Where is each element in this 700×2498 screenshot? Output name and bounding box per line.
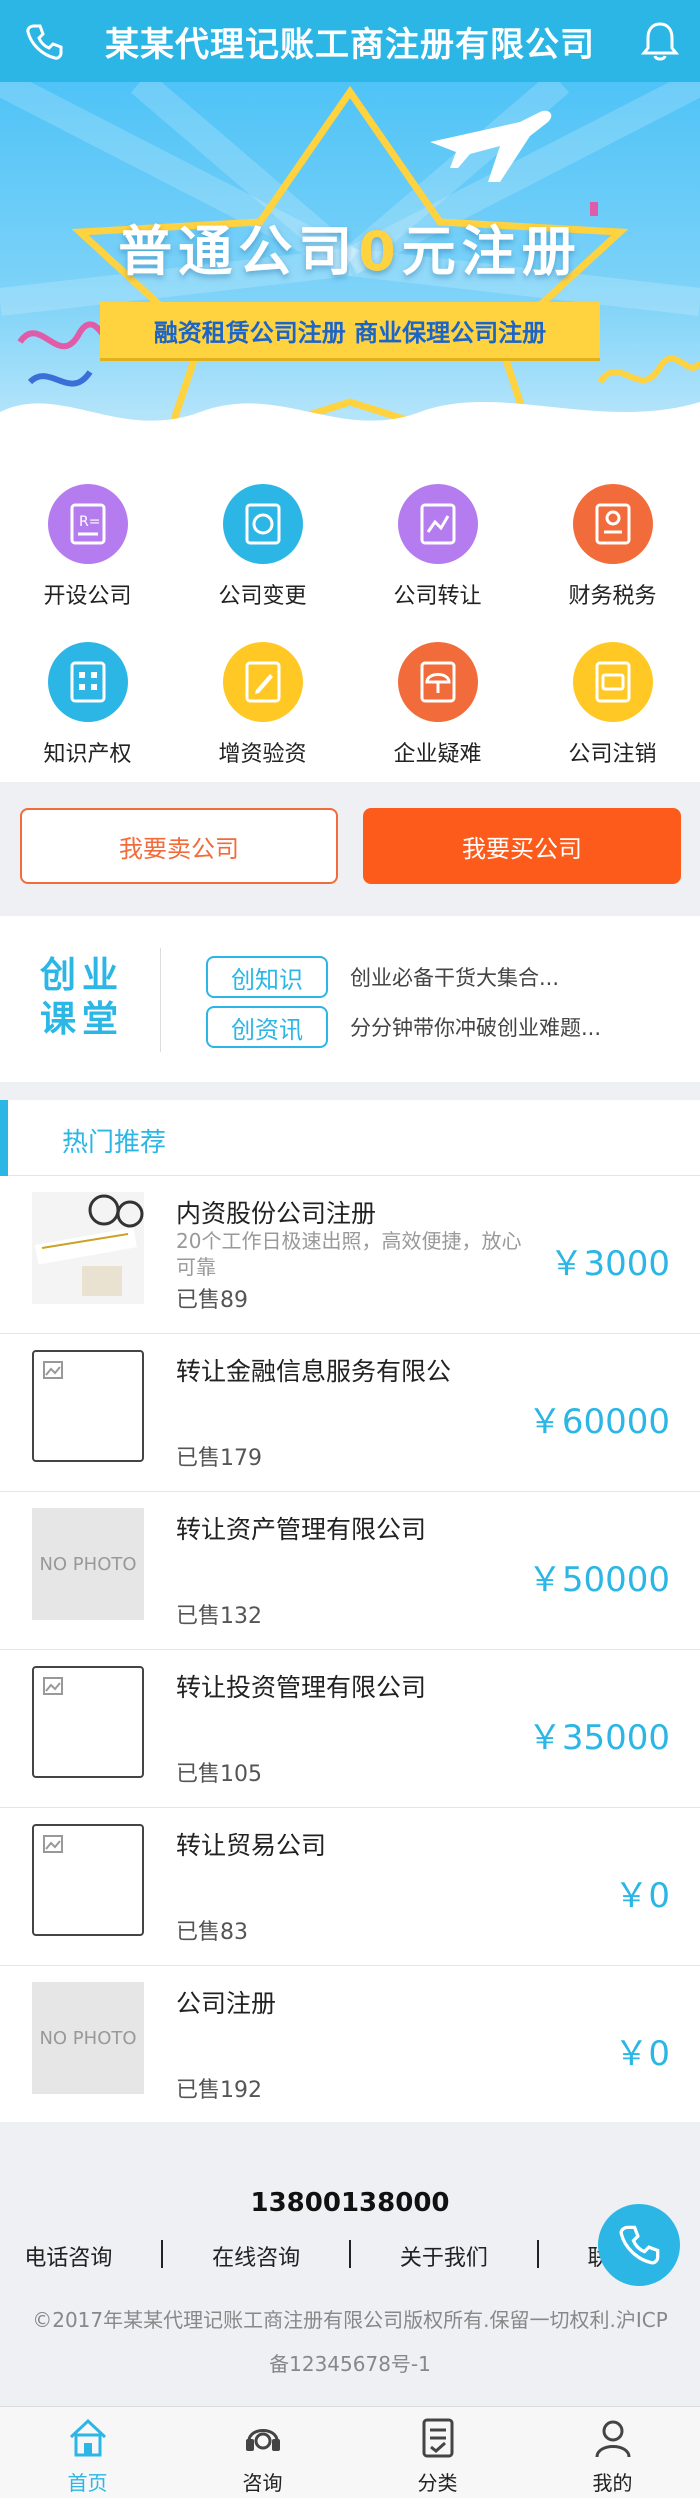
product-image: [32, 1192, 144, 1304]
product-price: ￥60000: [527, 1402, 670, 1442]
sold-count: 已售83: [176, 1920, 248, 1945]
top-bar: 某某代理记账工商注册有限公司: [0, 0, 700, 82]
footer: 13800138000 电话咨询 在线咨询 关于我们 联系我们 ©2017年某某…: [0, 2122, 700, 2406]
broken-image-icon: [32, 1666, 144, 1778]
product-image: NO PHOTO: [32, 1982, 144, 2094]
product-price: ￥50000: [527, 1560, 670, 1600]
broken-image-icon: [32, 1350, 144, 1462]
classroom-text[interactable]: 分分钟带你冲破创业难题...: [350, 1012, 601, 1042]
product-image: [32, 1824, 144, 1936]
list-item[interactable]: 转让投资管理有限公司 已售105 ￥35000: [0, 1650, 700, 1808]
refresh-doc-icon: [222, 484, 303, 564]
accent-bar: [0, 1100, 8, 1176]
no-photo-placeholder: NO PHOTO: [32, 1982, 144, 2094]
startup-classroom: 创业 课堂 创知识 创业必备干货大集合... 创资讯 分分钟带你冲破创业难题..…: [0, 916, 700, 1082]
product-price: ￥35000: [527, 1718, 670, 1758]
product-name: 转让贸易公司: [176, 1831, 327, 1860]
document-r-icon: R=: [47, 484, 128, 564]
product-name: 转让投资管理有限公司: [176, 1673, 427, 1702]
tab-consult[interactable]: 咨询: [175, 2407, 350, 2498]
product-price: ￥0: [614, 2034, 670, 2074]
sold-count: 已售105: [176, 1762, 262, 1787]
tag-news[interactable]: 创资讯: [206, 1006, 328, 1048]
list-item[interactable]: NO PHOTO 转让资产管理有限公司 已售132 ￥50000: [0, 1492, 700, 1650]
edit-doc-icon: [222, 642, 303, 722]
building-icon: [47, 642, 128, 722]
sold-count: 已售192: [176, 2078, 262, 2103]
sold-count: 已售179: [176, 1446, 262, 1471]
card-icon: [572, 642, 653, 722]
sell-company-button[interactable]: 我要卖公司: [20, 808, 338, 884]
sold-count: 已售89: [176, 1288, 248, 1313]
call-floating-button[interactable]: [598, 2204, 680, 2286]
list-item[interactable]: NO PHOTO 公司注册 已售192 ￥0: [0, 1966, 700, 2124]
list-item[interactable]: 转让贸易公司 已售83 ￥0: [0, 1808, 700, 1966]
link-about-us[interactable]: 关于我们: [400, 2240, 488, 2272]
bell-icon[interactable]: [640, 20, 680, 62]
action-buttons: 我要卖公司 我要买公司: [0, 782, 700, 916]
app-title: 某某代理记账工商注册有限公司: [105, 24, 595, 65]
service-finance-tax[interactable]: 财务税务: [525, 462, 700, 622]
service-company-transfer[interactable]: 公司转让: [350, 462, 525, 622]
footer-links: 电话咨询 在线咨询 关于我们 联系我们: [0, 2240, 700, 2272]
banner-ribbon: 融资租赁公司注册 商业保理公司注册: [100, 302, 600, 358]
svg-text:R=: R=: [79, 514, 100, 530]
product-name: 内资股份公司注册: [176, 1199, 377, 1228]
product-price: ￥3000: [549, 1244, 670, 1284]
transfer-doc-icon: [397, 484, 478, 564]
broken-image-icon: [32, 1824, 144, 1936]
buy-company-button[interactable]: 我要买公司: [363, 808, 681, 884]
list-item[interactable]: 转让金融信息服务有限公 已售179 ￥60000: [0, 1334, 700, 1492]
phone-icon: [619, 2225, 660, 2265]
classroom-row-news[interactable]: 创资讯 分分钟带你冲破创业难题...: [206, 1006, 601, 1048]
banner-headline: 普通公司0元注册: [118, 220, 582, 283]
no-photo-placeholder: NO PHOTO: [32, 1508, 144, 1620]
divider: [160, 948, 161, 1052]
services-grid: R= 开设公司 公司变更 公司转让 财务税务 知识产权 增资验资 企业疑难 公司…: [0, 442, 700, 782]
list-item[interactable]: 内资股份公司注册 20个工作日极速出照，高效便捷，放心可靠 已售89 ￥3000: [0, 1176, 700, 1334]
copyright: ©2017年某某代理记账工商注册有限公司版权所有.保留一切权利.沪ICP备123…: [32, 2308, 668, 2376]
footer-phone[interactable]: 13800138000: [0, 2188, 700, 2218]
category-icon: [422, 2418, 453, 2458]
product-image: [32, 1666, 144, 1778]
divider: [348, 2240, 351, 2268]
service-company-change[interactable]: 公司变更: [175, 462, 350, 622]
product-image: NO PHOTO: [32, 1508, 144, 1620]
headset-icon: [245, 2429, 280, 2451]
link-phone-consult[interactable]: 电话咨询: [24, 2240, 112, 2272]
section-title: 热门推荐: [62, 1128, 167, 1158]
tag-knowledge[interactable]: 创知识: [206, 956, 328, 998]
product-name: 转让金融信息服务有限公: [176, 1357, 452, 1386]
link-online-consult[interactable]: 在线咨询: [212, 2240, 300, 2272]
service-company-deregistration[interactable]: 公司注销: [525, 620, 700, 780]
tab-home[interactable]: 首页: [0, 2407, 175, 2498]
tab-category[interactable]: 分类: [350, 2407, 525, 2498]
sold-count: 已售132: [176, 1604, 262, 1629]
certificate-icon: [572, 484, 653, 564]
section-header: 热门推荐: [0, 1100, 700, 1176]
service-ip[interactable]: 知识产权: [0, 620, 175, 780]
tab-mine[interactable]: 我的: [525, 2407, 700, 2498]
umbrella-icon: [397, 642, 478, 722]
product-price: ￥0: [614, 1876, 670, 1916]
user-icon: [595, 2420, 630, 2458]
classroom-text[interactable]: 创业必备干货大集合...: [350, 962, 559, 992]
bottom-nav: 首页 咨询 分类 我的: [0, 2406, 700, 2498]
divider: [161, 2240, 164, 2268]
phone-icon[interactable]: [24, 22, 64, 62]
home-icon: [69, 2418, 106, 2457]
product-name: 转让资产管理有限公司: [176, 1515, 427, 1544]
promo-banner[interactable]: 普通公司0元注册 融资租赁公司注册 商业保理公司注册: [0, 82, 700, 442]
product-desc: 20个工作日极速出照，高效便捷，放心可靠: [176, 1229, 522, 1279]
service-enterprise-issues[interactable]: 企业疑难: [350, 620, 525, 780]
divider: [536, 2240, 539, 2268]
product-name: 公司注册: [176, 1989, 277, 2018]
classroom-logo: 创业 课堂: [40, 955, 125, 1040]
service-open-company[interactable]: R= 开设公司: [0, 462, 175, 622]
hot-recommendations: 热门推荐 内资股份公司注册 20个工作日极速出照，高效便捷，放心可靠 已售89 …: [0, 1100, 700, 2122]
classroom-row-knowledge[interactable]: 创知识 创业必备干货大集合...: [206, 956, 559, 998]
service-capital-increase[interactable]: 增资验资: [175, 620, 350, 780]
product-image: [32, 1350, 144, 1462]
